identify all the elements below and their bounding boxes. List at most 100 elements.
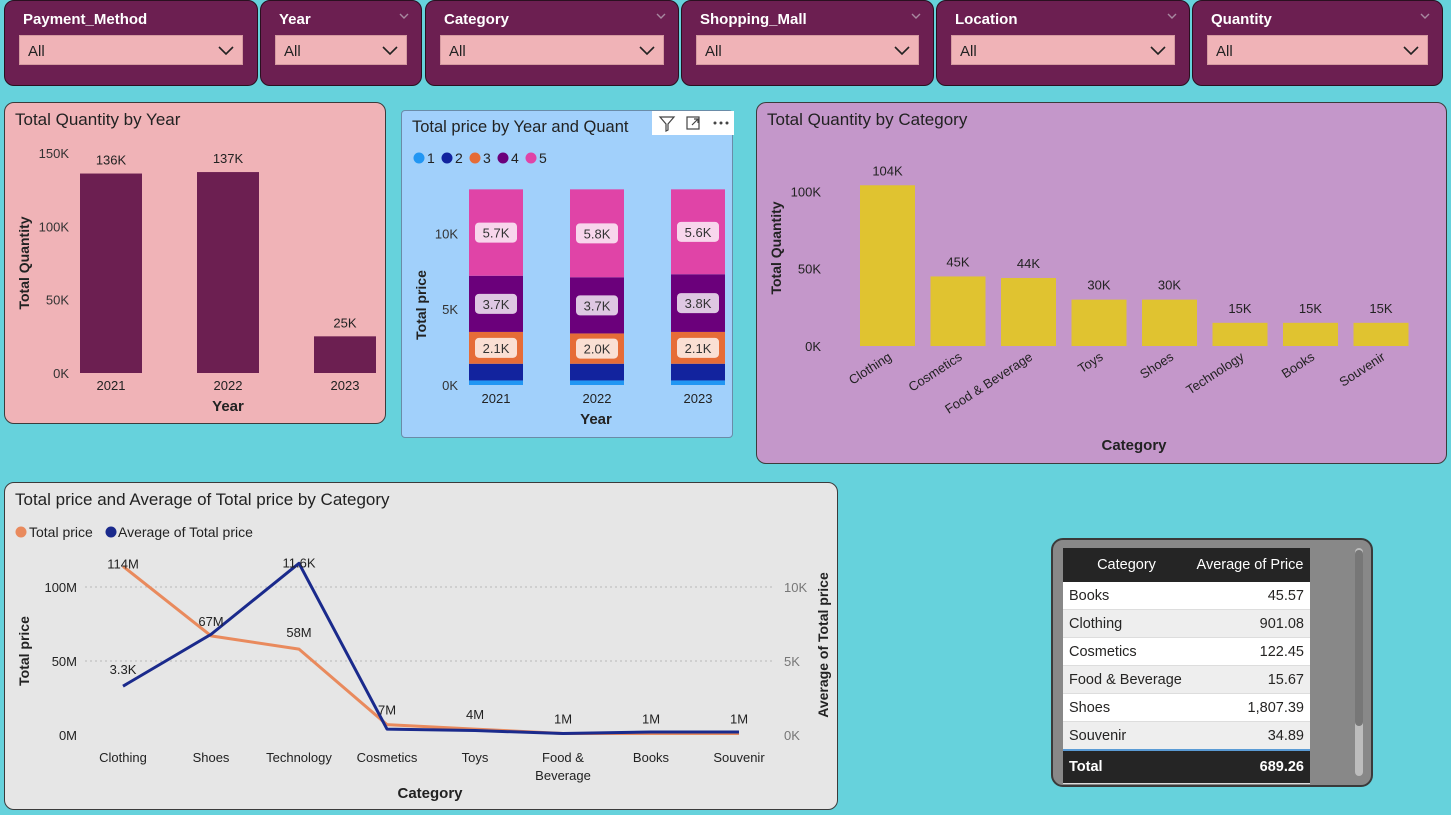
slicer-selected-value: All <box>705 43 722 60</box>
table-row[interactable]: Shoes 1,807.39 <box>1063 693 1310 722</box>
slicer-selected-value: All <box>960 43 977 60</box>
category-cell: Food & Beverage <box>1063 665 1190 694</box>
data-label: 4M <box>466 707 484 722</box>
y-tick-label: 100K <box>39 219 70 234</box>
slicer-dropdown[interactable]: All <box>1207 35 1428 65</box>
scrollbar-thumb[interactable] <box>1355 550 1363 726</box>
y-tick-label: 0K <box>442 378 458 393</box>
slicer-dropdown[interactable]: All <box>696 35 919 65</box>
x-tick-label: Souvenir <box>1336 349 1388 390</box>
data-label: 15K <box>1228 301 1251 316</box>
bar <box>1212 322 1268 346</box>
bar <box>1353 322 1409 346</box>
slicer-selected-value: All <box>449 43 466 60</box>
x-tick-label: Technology <box>1183 349 1247 398</box>
legend-marker <box>441 152 453 164</box>
y-axis-title: Total price <box>413 270 429 340</box>
slicer-quantity: Quantity All <box>1192 0 1443 86</box>
table-row[interactable]: Cosmetics 122.45 <box>1063 637 1310 666</box>
data-label: 3.7K <box>483 297 510 312</box>
slicer-dropdown[interactable]: All <box>440 35 664 65</box>
slicer-dropdown[interactable]: All <box>275 35 407 65</box>
slicer-title: Location <box>955 11 1018 28</box>
data-label: 5.8K <box>584 226 611 241</box>
x-tick-label: Shoes <box>193 750 230 765</box>
bar <box>1283 322 1338 346</box>
category-cell: Books <box>1063 582 1190 610</box>
table-row[interactable]: Food & Beverage 15.67 <box>1063 665 1310 694</box>
slicer-category: Category All <box>425 0 679 86</box>
column-header[interactable]: Category <box>1063 548 1190 582</box>
column-header[interactable]: Average of Price <box>1190 548 1310 582</box>
table-header-row: Category Average of Price <box>1063 548 1310 582</box>
collapse-chevron-icon[interactable] <box>1420 11 1430 21</box>
legend-label: Total price <box>29 524 93 540</box>
legend-label: Average of Total price <box>118 524 253 540</box>
data-label: 1M <box>642 712 660 727</box>
bar <box>930 276 986 346</box>
bar <box>197 172 259 373</box>
data-label: 30K <box>1158 278 1181 293</box>
data-label: 136K <box>96 153 127 168</box>
category-cell: Cosmetics <box>1063 637 1190 666</box>
y-axis-title: Total Quantity <box>768 201 784 294</box>
data-label: 45K <box>946 254 969 269</box>
bar <box>1071 299 1127 346</box>
data-label: 5.6K <box>685 225 712 240</box>
chevron-down-icon <box>1403 46 1419 56</box>
bar-segment <box>671 363 725 381</box>
table-row[interactable]: Clothing 901.08 <box>1063 609 1310 638</box>
avg-price-table: Category Average of Price Books 45.57 Clot… <box>1063 548 1310 784</box>
data-label: 2.1K <box>483 341 510 356</box>
data-label: 1M <box>554 712 572 727</box>
scrollbar[interactable] <box>1355 548 1363 776</box>
avg-price-cell: 901.08 <box>1190 609 1310 638</box>
collapse-chevron-icon[interactable] <box>656 11 666 21</box>
bar <box>1142 299 1197 346</box>
legend-marker <box>525 152 537 164</box>
bar-segment <box>469 380 523 385</box>
data-label: 67M <box>198 614 223 629</box>
data-label: 15K <box>1369 301 1392 316</box>
slicer-selected-value: All <box>28 43 45 60</box>
legend-marker <box>15 526 27 538</box>
data-label: 25K <box>333 315 356 330</box>
slicer-dropdown[interactable]: All <box>19 35 243 65</box>
chevron-down-icon <box>639 46 655 56</box>
avg-price-cell: 122.45 <box>1190 637 1310 666</box>
x-tick-label: Food & <box>542 750 584 765</box>
y-tick-label: 0K <box>805 339 821 354</box>
x-tick-label: 2021 <box>482 391 511 406</box>
avg-price-cell: 45.57 <box>1190 582 1310 610</box>
x-axis-title: Year <box>580 411 612 428</box>
collapse-chevron-icon[interactable] <box>911 11 921 21</box>
table-row[interactable]: Books 45.57 <box>1063 582 1310 610</box>
data-label: 2.0K <box>584 342 611 357</box>
slicer-title: Category <box>444 11 510 28</box>
category-cell: Shoes <box>1063 693 1190 722</box>
bar-segment <box>469 363 523 381</box>
collapse-chevron-icon[interactable] <box>399 11 409 21</box>
avg-price-table-card: Category Average of Price Books 45.57 Clot… <box>1051 538 1373 787</box>
data-label: 2.1K <box>685 341 712 356</box>
data-label: 30K <box>1087 278 1110 293</box>
bar-segment <box>671 380 725 385</box>
table-row[interactable]: Souvenir 34.89 <box>1063 721 1310 751</box>
card-price-by-year: Total price by Year and Quant 1 2 3 4 5 0K 5K 1… <box>401 110 734 438</box>
x-tick-label: Books <box>1279 349 1318 382</box>
collapse-chevron-icon[interactable] <box>1167 11 1177 21</box>
qty-by-year-chart: 0K 50K 100K 150K Total Quantity Year 136K 2021 1… <box>16 146 376 415</box>
legend-label: 1 <box>427 150 435 166</box>
x-tick-label: 2022 <box>583 391 612 406</box>
data-label: 114M <box>107 556 139 571</box>
card-qty-by-year: Total Quantity by Year 0K 50K 100K 150K Tota… <box>4 102 386 424</box>
data-label: 44K <box>1017 256 1040 271</box>
slicer-dropdown[interactable]: All <box>951 35 1175 65</box>
y2-tick-label: 5K <box>784 654 800 669</box>
x-tick-label: Books <box>633 750 670 765</box>
slicer-title: Payment_Method <box>23 11 148 28</box>
y2-tick-label: 10K <box>784 580 807 595</box>
y-tick-label: 0K <box>53 366 69 381</box>
x-tick-label: Clothing <box>846 349 894 388</box>
slicer-year: Year All <box>260 0 422 86</box>
